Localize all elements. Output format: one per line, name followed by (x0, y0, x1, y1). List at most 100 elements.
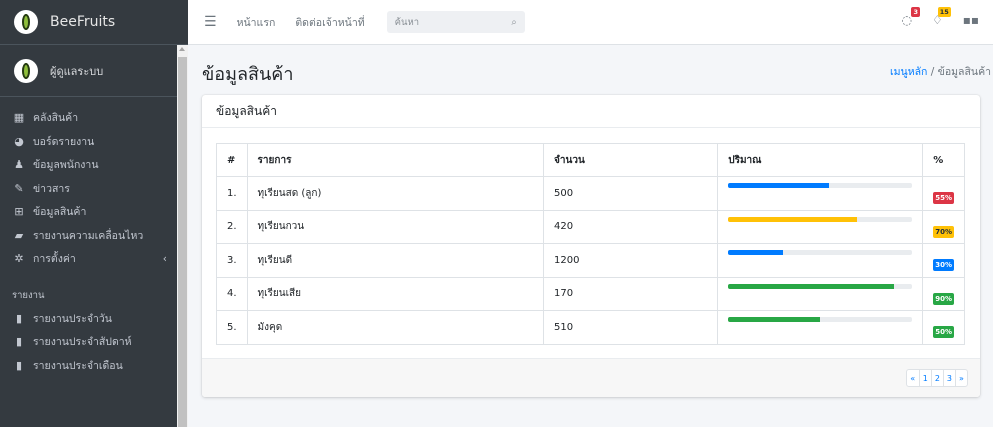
sidebar-item-label: รายงานประจำวัน (33, 312, 112, 325)
table-header-row: # รายการ จำนวน ปริมาณ % (216, 143, 965, 177)
sidebar-item-dashboard[interactable]: ◕ บอร์ดรายงาน (0, 130, 177, 154)
column-header: จำนวน (543, 143, 719, 177)
nav-link-contact[interactable]: ติดต่อเจ้าหน้าที่ (295, 14, 364, 31)
sidebar-item-label: บอร์ดรายงาน (33, 135, 95, 148)
sidebar-nav: ▦ คลังสินค้า ◕ บอร์ดรายงาน ♟ ข้อมูลพนักง… (0, 106, 177, 377)
row-percent-cell: 50% (922, 310, 965, 345)
row-percent-cell: 30% (922, 243, 965, 278)
page-prev-button[interactable]: « (907, 370, 919, 386)
row-number: 2. (216, 209, 248, 244)
scroll-up-arrow-icon[interactable] (179, 47, 185, 51)
progress-bar (728, 250, 913, 256)
row-item: ทุเรียนดี (246, 243, 545, 278)
search-placeholder: ค้นหา (394, 16, 420, 28)
file-icon: ▮ (15, 358, 23, 372)
search-input[interactable]: ค้นหา ⌕ (386, 11, 525, 33)
row-number: 1. (216, 176, 248, 211)
row-progress-cell (717, 209, 924, 244)
sidebar-item-settings[interactable]: ✲ การตั้งค่า ‹ (0, 247, 177, 271)
sidebar-item-label: คลังสินค้า (33, 112, 79, 125)
sidebar-item-inventory[interactable]: ▦ คลังสินค้า (0, 106, 177, 130)
sidebar-item-monthly-report[interactable]: ▮ รายงานประจำเดือน (0, 354, 177, 378)
edit-icon: ✎ (14, 181, 24, 195)
apps-grid-icon[interactable]: ▪▪ (963, 13, 979, 27)
breadcrumb-current: ข้อมูลสินค้า (937, 66, 991, 78)
table-row: 1. ทุเรียนสด (ลูก) 500 55% (216, 176, 965, 211)
row-quantity: 500 (543, 176, 719, 211)
sidebar-item-label: การตั้งค่า (33, 253, 76, 266)
row-progress-cell (717, 276, 924, 311)
row-number: 4. (216, 276, 248, 311)
progress-bar (728, 183, 913, 189)
breadcrumb-separator: / (930, 66, 935, 78)
progress-fill (728, 250, 784, 256)
breadcrumb: เมนูหลัก / ข้อมูลสินค้า (890, 63, 991, 80)
book-icon: ▰ (14, 228, 24, 242)
sidebar-item-products[interactable]: ⊞ ข้อมูลสินค้า (0, 200, 177, 224)
row-item: ทุเรียนกวน (246, 209, 545, 244)
progress-fill (728, 216, 858, 222)
brand-name: BeeFruits (50, 14, 116, 30)
grid-icon: ▦ (13, 111, 25, 125)
sidebar-section-header: รายงาน (12, 289, 45, 301)
progress-bar (728, 283, 913, 289)
sidebar: BeeFruits ผู้ดูแลระบบ ▦ คลังสินค้า ◕ บอร… (0, 0, 188, 427)
breadcrumb-home[interactable]: เมนูหลัก (890, 66, 927, 78)
product-card: ข้อมูลสินค้า # รายการ จำนวน ปริมาณ % 1. ท… (202, 95, 980, 397)
sidebar-scrollbar[interactable] (177, 45, 188, 427)
table-row: 5. มังคุด 510 50% (216, 310, 965, 345)
sidebar-item-employees[interactable]: ♟ ข้อมูลพนักงาน (0, 153, 177, 177)
percent-badge: 70% (933, 225, 954, 238)
sidebar-item-label: ข่าวสาร (33, 182, 70, 195)
table-row: 2. ทุเรียนกวน 420 70% (216, 209, 965, 244)
page-2-button[interactable]: 2 (930, 370, 943, 386)
progress-bar (728, 216, 913, 222)
progress-fill (728, 283, 894, 289)
user-panel[interactable]: ผู้ดูแลระบบ (0, 45, 178, 97)
row-progress-cell (717, 243, 924, 278)
scrollbar-thumb[interactable] (178, 57, 187, 427)
card-footer: « 1 2 3 » (202, 358, 980, 397)
avatar (14, 58, 38, 83)
row-quantity: 420 (543, 209, 719, 244)
row-item: ทุเรียนสด (ลูก) (246, 176, 545, 211)
progress-fill (728, 317, 821, 323)
table-row: 4. ทุเรียนเสีย 170 90% (216, 276, 965, 311)
sidebar-item-label: ข้อมูลพนักงาน (33, 159, 99, 172)
sidebar-item-weekly-report[interactable]: ▮ รายงานประจำสัปดาห์ (0, 330, 177, 354)
search-icon[interactable]: ⌕ (511, 17, 516, 28)
progress-bar (728, 317, 913, 323)
page-1-button[interactable]: 1 (918, 370, 931, 386)
column-header: รายการ (246, 143, 545, 177)
hamburger-menu-icon[interactable]: ☰ (204, 14, 217, 30)
sidebar-item-label: รายงานประจำเดือน (33, 359, 123, 372)
brand-link[interactable]: BeeFruits (0, 0, 188, 45)
bell-icon[interactable]: ♢ 15 (932, 7, 951, 27)
nav-link-home[interactable]: หน้าแรก (237, 14, 276, 31)
messages-icon[interactable]: ◌ 3 (901, 7, 920, 27)
sidebar-item-news[interactable]: ✎ ข่าวสาร (0, 177, 177, 201)
chevron-left-icon: ‹ (162, 252, 167, 265)
brand-logo (14, 10, 38, 34)
row-quantity: 510 (543, 310, 719, 345)
file-icon: ▮ (15, 311, 23, 325)
sidebar-item-movement-report[interactable]: ▰ รายงานความเคลื่อนไหว (0, 224, 177, 248)
sidebar-item-label: ข้อมูลสินค้า (33, 206, 87, 219)
card-title: ข้อมูลสินค้า (202, 95, 980, 128)
row-quantity: 170 (543, 276, 719, 311)
page-3-button[interactable]: 3 (942, 370, 955, 386)
row-percent-cell: 55% (922, 176, 965, 211)
progress-fill (728, 183, 830, 189)
row-progress-cell (717, 176, 924, 211)
row-item: มังคุด (246, 310, 545, 345)
column-header: # (216, 143, 248, 177)
page-title: ข้อมูลสินค้า (202, 64, 294, 85)
percent-badge: 55% (933, 192, 954, 205)
sidebar-item-daily-report[interactable]: ▮ รายงานประจำวัน (0, 307, 177, 331)
top-navbar: ☰ หน้าแรก ติดต่อเจ้าหน้าที่ ค้นหา ⌕ ◌ 3 ♢… (188, 0, 993, 45)
user-icon: ♟ (14, 158, 24, 172)
page-next-button[interactable]: » (955, 370, 967, 386)
percent-badge: 30% (933, 259, 954, 272)
column-header: % (922, 143, 965, 177)
content-header: ข้อมูลสินค้า เมนูหลัก / ข้อมูลสินค้า (188, 45, 993, 91)
